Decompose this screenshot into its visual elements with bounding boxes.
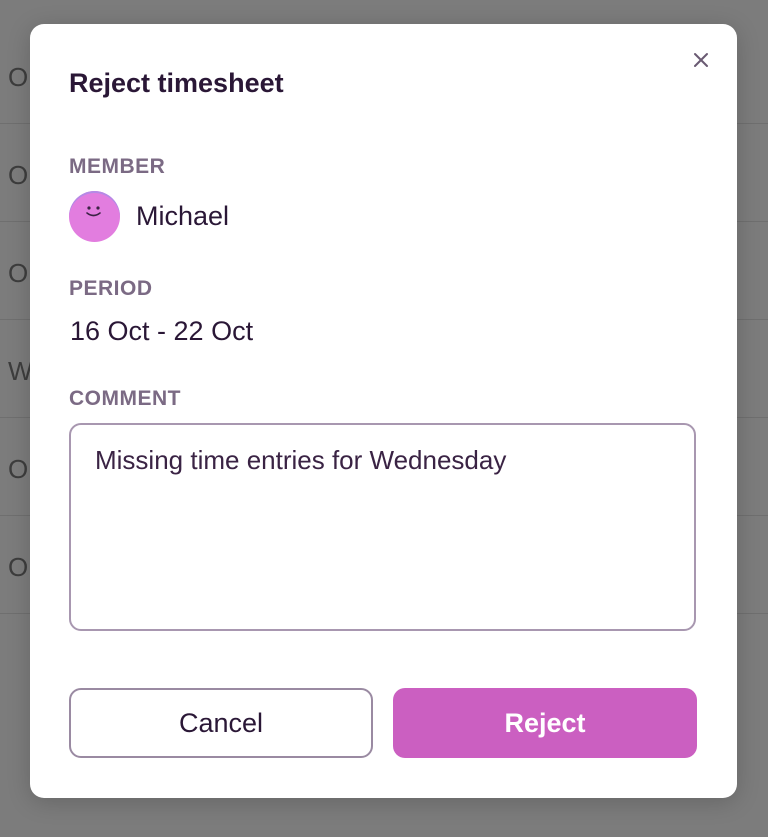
smiley-avatar-icon xyxy=(86,205,101,216)
member-row: Michael xyxy=(69,190,229,242)
member-name: Michael xyxy=(136,200,230,231)
dialog-title: Reject timesheet xyxy=(69,68,284,98)
reject-button-label: Reject xyxy=(504,707,586,738)
close-button[interactable] xyxy=(691,50,711,70)
avatar xyxy=(69,190,120,242)
cancel-button[interactable]: Cancel xyxy=(69,688,373,758)
reject-button[interactable]: Reject xyxy=(393,688,697,758)
comment-label: COMMENT xyxy=(69,387,181,410)
period-value: 16 Oct - 22 Oct xyxy=(70,316,254,346)
period-label: PERIOD xyxy=(69,277,153,300)
close-icon xyxy=(694,53,708,67)
reject-timesheet-dialog: Reject timesheet MEMBER Michael PERIOD 1… xyxy=(30,24,737,798)
member-label: MEMBER xyxy=(69,155,166,178)
comment-textarea[interactable]: Missing time entries for Wednesday xyxy=(69,423,696,631)
cancel-button-label: Cancel xyxy=(178,707,264,738)
